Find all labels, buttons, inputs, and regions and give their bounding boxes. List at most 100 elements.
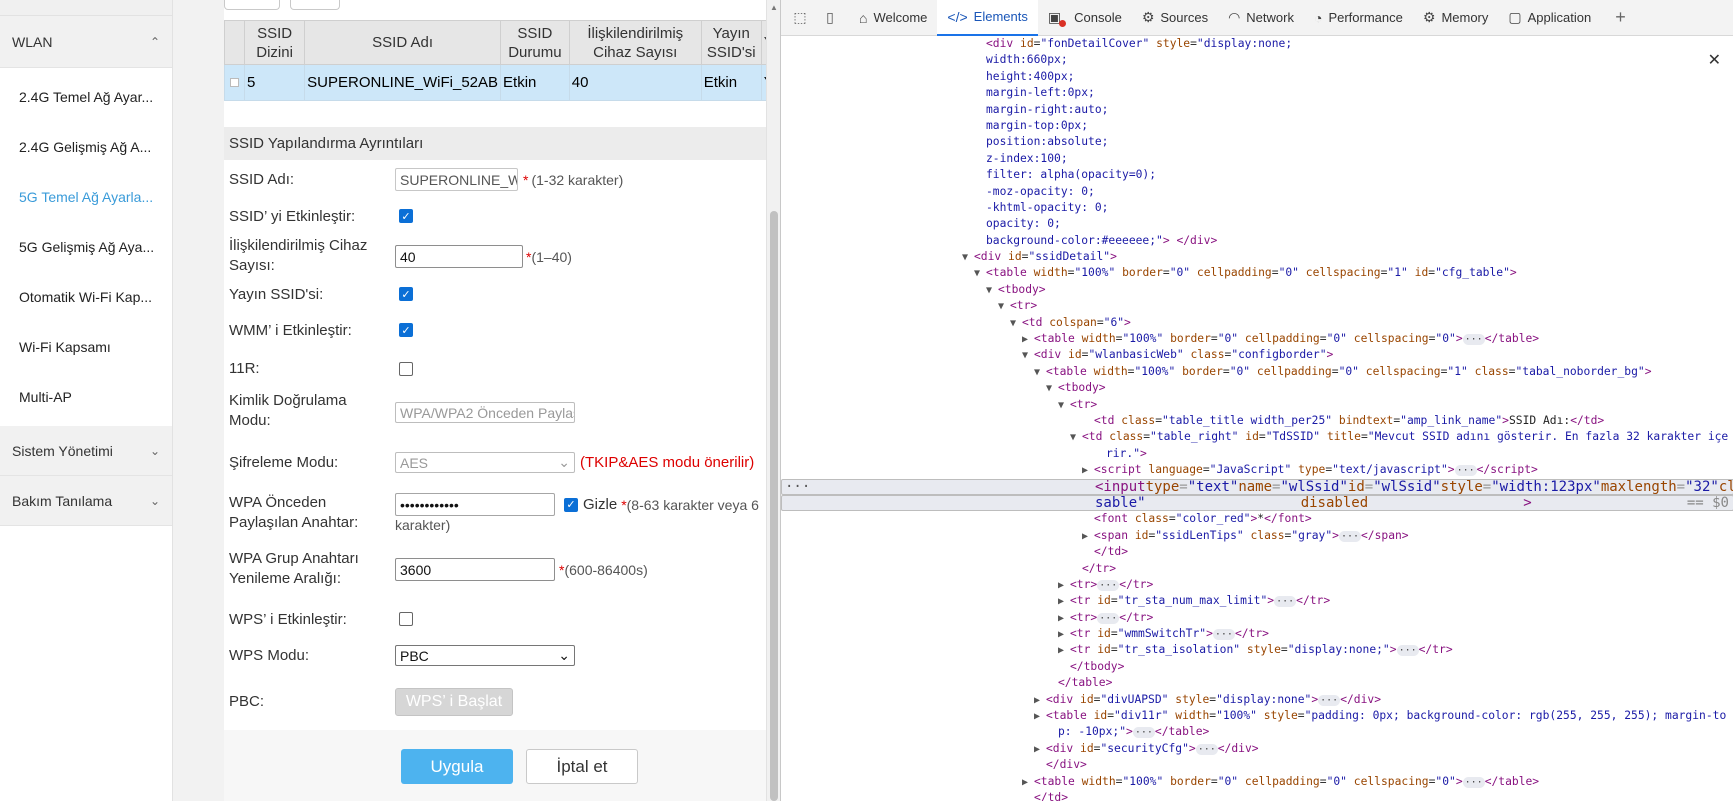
wmm-checkbox[interactable]: ✓ bbox=[399, 323, 413, 337]
wps-mode-select[interactable]: PBC ⌄ bbox=[395, 645, 575, 666]
dom-tree-line[interactable]: margin-right:auto; bbox=[781, 102, 1733, 118]
collapse-triangle-icon[interactable]: ▼ bbox=[998, 299, 1010, 315]
dom-tree-line[interactable]: p: -10px;"> ··· </table> bbox=[781, 724, 1733, 740]
collapse-triangle-icon[interactable]: ▼ bbox=[974, 266, 986, 282]
dom-tree-line[interactable]: margin-top:0px; bbox=[781, 118, 1733, 134]
tab-console[interactable]: ▣ Console bbox=[1038, 0, 1132, 36]
add-tab-icon[interactable]: + bbox=[1615, 7, 1626, 28]
dom-tree-line[interactable]: </tbody> bbox=[781, 659, 1733, 675]
dom-tree-line[interactable]: ▶ <div id="divUAPSD" style="display:none"… bbox=[781, 692, 1733, 708]
dom-tree-line[interactable]: height:400px; bbox=[781, 69, 1733, 85]
dom-tree-line[interactable]: ▶ <table id="div11r" width="100%" style="… bbox=[781, 708, 1733, 724]
dom-tree-line[interactable]: </tr> bbox=[781, 561, 1733, 577]
collapse-triangle-icon[interactable]: ▼ bbox=[1058, 398, 1070, 414]
sidebar-group-maintenance[interactable]: Bakım Tanılama ⌄ bbox=[0, 476, 172, 526]
dom-tree-line[interactable]: ▶ <tr> ··· </tr> bbox=[781, 577, 1733, 593]
dom-tree-line[interactable]: ▶ <table width="100%" border="0" cellpadd… bbox=[781, 331, 1733, 347]
hide-psk-checkbox[interactable]: ✓ bbox=[564, 497, 578, 512]
sidebar-item-auto-wifi[interactable]: Otomatik Wi-Fi Kap... bbox=[0, 272, 172, 322]
dom-tree-line[interactable]: ▼ <div id="ssidDetail"> bbox=[781, 249, 1733, 265]
expand-triangle-icon[interactable]: ▶ bbox=[1058, 643, 1070, 659]
collapse-triangle-icon[interactable]: ▼ bbox=[1046, 381, 1058, 397]
11r-checkbox[interactable] bbox=[399, 362, 413, 376]
dom-tree-line[interactable]: ▶ <table width="100%" border="0" cellpadd… bbox=[781, 774, 1733, 790]
auth-mode-select[interactable]: WPA/WPA2 Önceden Paylaş ⌄ bbox=[395, 402, 575, 423]
expand-triangle-icon[interactable]: ▶ bbox=[1058, 578, 1070, 594]
dom-tree-line[interactable]: ▶ <tr> ··· </tr> bbox=[781, 610, 1733, 626]
assoc-devices-input[interactable]: 40 bbox=[395, 245, 523, 268]
dom-tree-line[interactable]: ▼ <tbody> bbox=[781, 282, 1733, 298]
cancel-button[interactable]: İptal et bbox=[526, 749, 638, 784]
dom-tree-line[interactable]: width:660px; bbox=[781, 52, 1733, 68]
scroll-up-arrow-icon[interactable]: ▲ bbox=[769, 3, 779, 13]
collapse-triangle-icon[interactable]: ▼ bbox=[986, 283, 998, 299]
dom-tree-line[interactable]: background-color:#eeeeee;"> </div> bbox=[781, 233, 1733, 249]
dom-tree-line[interactable]: z-index:100; bbox=[781, 151, 1733, 167]
tab-welcome[interactable]: ⌂ Welcome bbox=[849, 0, 937, 36]
sidebar-item-multi-ap[interactable]: Multi-AP bbox=[0, 372, 172, 422]
broadcast-ssid-checkbox[interactable]: ✓ bbox=[399, 287, 413, 301]
dom-tree-line[interactable]: ▶ <script language="JavaScript" type="tex… bbox=[781, 462, 1733, 478]
dom-tree-line[interactable]: sable" disabled > == $0 bbox=[781, 494, 1733, 512]
tab-performance[interactable]: ◔ Performance bbox=[1304, 0, 1413, 36]
dom-tree-line[interactable]: </table> bbox=[781, 675, 1733, 691]
device-toolbar-icon[interactable]: ▯ bbox=[819, 7, 841, 29]
tab-elements[interactable]: </> Elements bbox=[937, 0, 1038, 36]
expand-triangle-icon[interactable]: ▶ bbox=[1034, 709, 1046, 725]
collapse-triangle-icon[interactable]: ▼ bbox=[1010, 316, 1022, 332]
dom-tree-line[interactable]: </td> bbox=[781, 790, 1733, 801]
tab-sources[interactable]: ⚙ Sources bbox=[1132, 0, 1218, 36]
tab-memory[interactable]: ⚙ Memory bbox=[1413, 0, 1499, 36]
dom-tree-line[interactable]: rir."> bbox=[781, 446, 1733, 462]
expand-triangle-icon[interactable]: ▶ bbox=[1022, 332, 1034, 348]
collapse-triangle-icon[interactable]: ▼ bbox=[1034, 365, 1046, 381]
apply-button[interactable]: Uygula bbox=[401, 749, 513, 784]
sidebar-item-5g-basic[interactable]: 5G Temel Ağ Ayarla... bbox=[0, 172, 172, 222]
expand-triangle-icon[interactable]: ▶ bbox=[1082, 529, 1094, 545]
dom-tree-line[interactable]: ▼ <td colspan="6"> bbox=[781, 315, 1733, 331]
sidebar-item-5g-advanced[interactable]: 5G Gelişmiş Ağ Aya... bbox=[0, 222, 172, 272]
sidebar-item-24g-basic[interactable]: 2.4G Temel Ağ Ayar... bbox=[0, 72, 172, 122]
dom-tree-line[interactable]: <div id="fonDetailCover" style="display:… bbox=[781, 36, 1733, 52]
sidebar-item-24g-advanced[interactable]: 2.4G Gelişmiş Ağ A... bbox=[0, 122, 172, 172]
sidebar-item-wifi-coverage[interactable]: Wi-Fi Kapsamı bbox=[0, 322, 172, 372]
dom-tree-line[interactable]: <input type = "text" name = "wlSsid" id = "wlS… bbox=[781, 478, 1733, 495]
expand-triangle-icon[interactable]: ▶ bbox=[1082, 463, 1094, 479]
expand-triangle-icon[interactable]: ▶ bbox=[1058, 627, 1070, 643]
sidebar-group-system[interactable]: Sistem Yönetimi ⌄ bbox=[0, 426, 172, 476]
dom-tree-line[interactable]: ▶ <tr id="tr_sta_isolation" style="displa… bbox=[781, 642, 1733, 658]
wps-start-button[interactable]: WPS’ i Başlat bbox=[395, 688, 513, 716]
dom-tree-line[interactable]: ▼ <table width="100%" border="0" cellpadd… bbox=[781, 364, 1733, 380]
dom-tree-line[interactable]: filter: alpha(opacity=0); bbox=[781, 167, 1733, 183]
enable-ssid-checkbox[interactable]: ✓ bbox=[399, 209, 413, 223]
tab-network[interactable]: ◠ Network bbox=[1218, 0, 1304, 36]
collapse-triangle-icon[interactable]: ▼ bbox=[1070, 430, 1082, 446]
ssid-name-input[interactable]: SUPERONLINE_WiF bbox=[395, 168, 518, 191]
dom-tree-line[interactable]: ▼ <table width="100%" border="0" cellpadd… bbox=[781, 265, 1733, 281]
wps-enable-checkbox[interactable] bbox=[399, 612, 413, 626]
dom-tree-line[interactable]: ▼ <tr> bbox=[781, 298, 1733, 314]
inspect-element-icon[interactable]: ⬚ bbox=[789, 7, 811, 29]
dom-tree-line[interactable]: -moz-opacity: 0; bbox=[781, 184, 1733, 200]
page-scrollbar[interactable]: ▲ bbox=[766, 0, 780, 801]
dom-tree-line[interactable]: opacity: 0; bbox=[781, 216, 1733, 232]
expand-triangle-icon[interactable]: ▶ bbox=[1058, 611, 1070, 627]
expand-triangle-icon[interactable]: ▶ bbox=[1058, 594, 1070, 610]
encryption-select[interactable]: AES ⌄ bbox=[395, 452, 575, 473]
collapse-triangle-icon[interactable]: ▼ bbox=[1022, 348, 1034, 364]
top-button-right[interactable] bbox=[290, 0, 340, 10]
dom-tree-line[interactable]: ▶ <tr id="tr_sta_num_max_limit"> ··· </tr> bbox=[781, 593, 1733, 609]
more-options-icon[interactable]: ··· bbox=[785, 480, 810, 494]
expand-triangle-icon[interactable]: ▶ bbox=[1034, 693, 1046, 709]
dom-tree-line[interactable]: ▶ <span id="ssidLenTips" class="gray"> ···… bbox=[781, 528, 1733, 544]
expand-triangle-icon[interactable]: ▶ bbox=[1022, 775, 1034, 791]
dom-tree-line[interactable]: margin-left:0px; bbox=[781, 85, 1733, 101]
elements-dom-tree[interactable]: <div id="fonDetailCover" style="display:… bbox=[781, 36, 1733, 801]
dom-tree-line[interactable]: ▶ <tr id="wmmSwitchTr"> ··· </tr> bbox=[781, 626, 1733, 642]
row-checkbox[interactable] bbox=[230, 78, 240, 87]
sidebar-group-wlan[interactable]: WLAN ⌃ bbox=[0, 16, 172, 68]
table-row[interactable]: 5 SUPERONLINE_WiFi_52AB Etkin 40 Etkin Y… bbox=[223, 64, 766, 101]
dom-tree-line[interactable]: <font class="color_red">*</font> bbox=[781, 511, 1733, 527]
dom-tree-line[interactable]: </td> bbox=[781, 544, 1733, 560]
dom-tree-line[interactable]: ▼ <tbody> bbox=[781, 380, 1733, 396]
